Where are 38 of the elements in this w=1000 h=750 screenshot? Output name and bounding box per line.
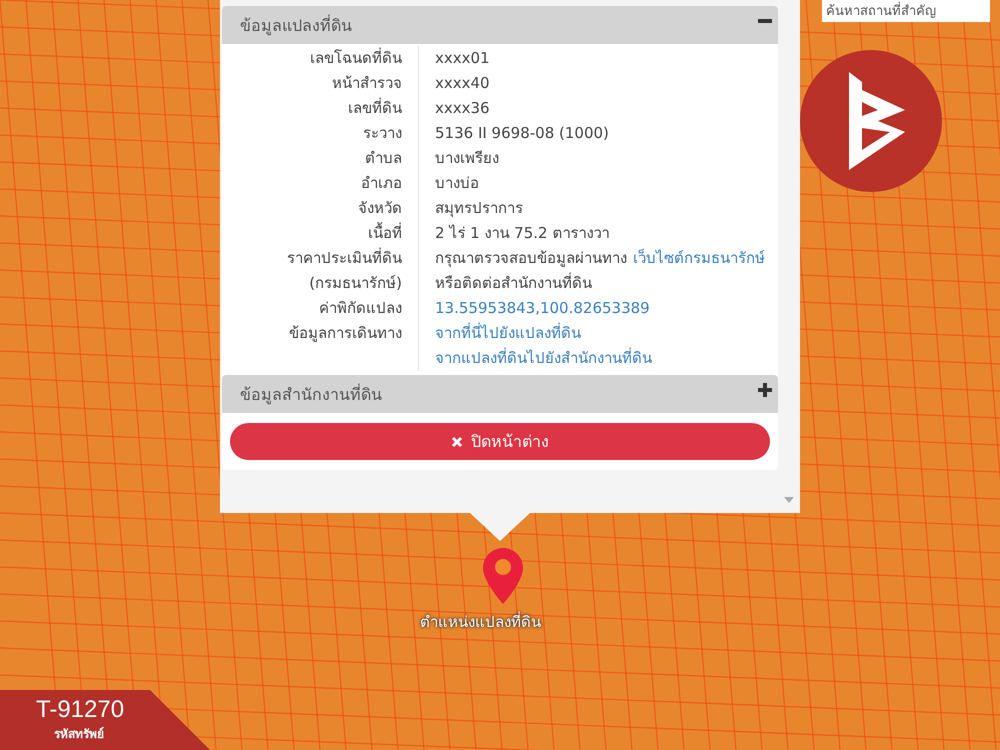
section-title: ข้อมูลแปลงที่ดิน bbox=[240, 14, 352, 38]
field-label: ข้อมูลการเดินทาง bbox=[289, 324, 402, 342]
field-label: เลขโฉนดที่ดิน bbox=[310, 49, 402, 67]
field-value: xxxx40 bbox=[435, 73, 490, 94]
field-value: xxxx01 bbox=[435, 48, 490, 69]
field-value: 5136 II 9698-08 (1000) bbox=[435, 123, 609, 144]
field-value: สมุทรปราการ bbox=[435, 198, 523, 220]
field-value: บางบ่อ bbox=[435, 173, 479, 194]
field-label: จังหวัด bbox=[358, 199, 402, 217]
field-value: บางเพรียง bbox=[435, 148, 499, 169]
close-button[interactable]: ปิดหน้าต่าง bbox=[230, 423, 770, 460]
marker-label: ตำแหน่งแปลงที่ดิน bbox=[420, 610, 541, 633]
close-icon bbox=[451, 436, 463, 448]
field-label: ราคาประเมินที่ดิน bbox=[287, 249, 402, 267]
plus-icon[interactable] bbox=[758, 383, 772, 397]
link[interactable]: จากแปลงที่ดินไปยังสำนักงานที่ดิน bbox=[435, 346, 652, 371]
field-label: เลขที่ดิน bbox=[348, 99, 402, 117]
property-code-caption: รหัสทรัพย์ bbox=[54, 726, 104, 743]
field-value: xxxx36 bbox=[435, 98, 490, 119]
field-label: ค่าพิกัดแปลง bbox=[319, 299, 402, 317]
field-value: หรือติดต่อสำนักงานที่ดิน bbox=[435, 272, 592, 294]
section-header[interactable]: ข้อมูลแปลงที่ดิน bbox=[222, 6, 778, 44]
map-pin-icon bbox=[483, 548, 523, 604]
field-value: กรุณาตรวจสอบข้อมูลผ่านทาง bbox=[435, 248, 627, 270]
field-value: 2 ไร่ 1 งาน 75.2 ตารางวา bbox=[435, 223, 610, 244]
property-code: T-91270 bbox=[36, 696, 124, 724]
search-field[interactable]: ค้นหาสถานที่สำคัญ bbox=[822, 0, 990, 22]
section-title: ข้อมูลสำนักงานที่ดิน bbox=[240, 382, 382, 406]
link[interactable]: เว็บไซต์กรมธนารักษ์ bbox=[633, 246, 765, 271]
section-header[interactable]: ข้อมูลสำนักงานที่ดิน bbox=[222, 375, 778, 413]
field-label: หน้าสำรวจ bbox=[332, 74, 402, 92]
field-label: อำเภอ bbox=[361, 174, 402, 192]
link[interactable]: 13.55953843,100.82653389 bbox=[435, 296, 650, 321]
field-label: เนื้อที่ bbox=[368, 224, 402, 242]
link[interactable]: จากที่นี่ไปยังแปลงที่ดิน bbox=[435, 321, 581, 346]
field-label: ระวาง bbox=[363, 124, 402, 142]
field-label: ตำบล bbox=[365, 149, 402, 167]
field-label: (กรมธนารักษ์) bbox=[309, 274, 402, 292]
